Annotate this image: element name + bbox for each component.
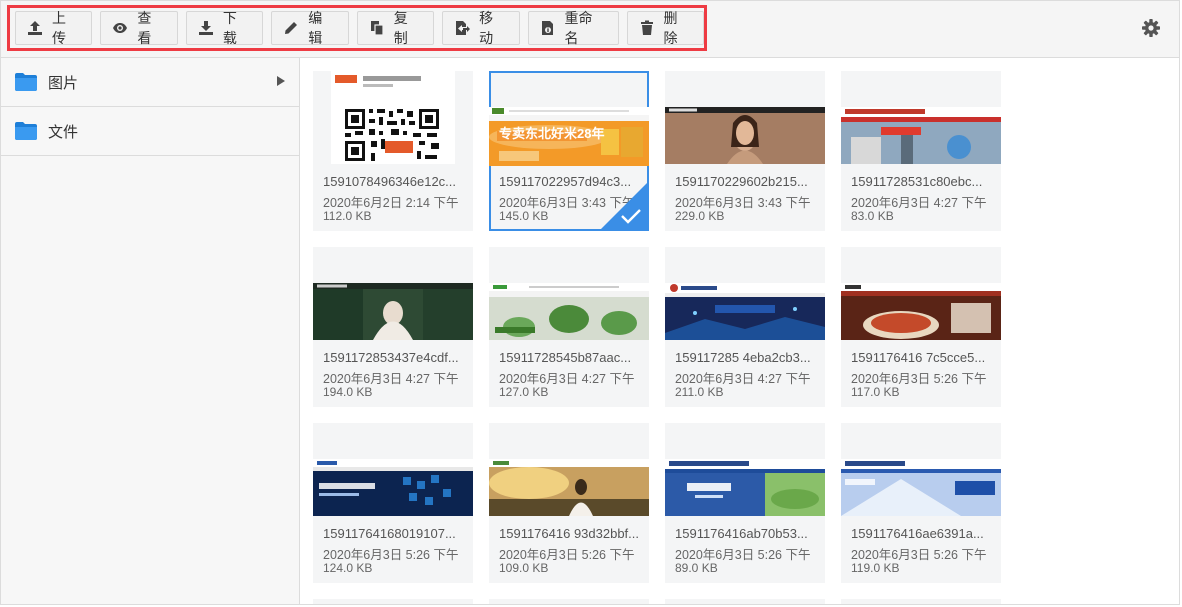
file-thumbnail xyxy=(331,71,455,164)
file-grid-area: 1591078496346e12c... 2020年6月2日 2:14 下午 1… xyxy=(300,58,1179,604)
sidebar-item-files[interactable]: 文件 xyxy=(1,107,299,156)
folder-icon xyxy=(15,73,37,91)
copy-label: 复制 xyxy=(393,10,408,46)
file-name: 1591176416ab70b53... xyxy=(675,526,808,541)
edit-label: 编辑 xyxy=(308,10,323,46)
file-tile[interactable]: 1591176416 93d32bbf... 2020年6月3日 5:26 下午… xyxy=(489,423,649,583)
delete-button[interactable]: 删除 xyxy=(626,10,704,46)
file-name: 1591172853437e4cdf... xyxy=(323,350,459,365)
file-thumbnail xyxy=(665,459,825,516)
rename-button[interactable]: 重命名 xyxy=(527,10,619,46)
upload-button[interactable]: 上传 xyxy=(15,10,93,46)
view-label: 查看 xyxy=(137,10,152,46)
file-tile[interactable]: 1591176416 7c5cce5... 2020年6月3日 5:26 下午 … xyxy=(841,247,1001,407)
view-button[interactable]: 查看 xyxy=(100,10,178,46)
file-tile[interactable]: 1591078496346e12c... 2020年6月2日 2:14 下午 1… xyxy=(313,71,473,231)
file-tile-partial[interactable] xyxy=(489,599,649,604)
file-size: 211.0 KB xyxy=(675,385,724,399)
toolbar: 上传 查看 下载 编辑 复制 移动 重命名 删除 xyxy=(1,1,1179,58)
file-name: 1591170229602b215... xyxy=(675,174,808,189)
file-thumbnail xyxy=(665,107,825,164)
file-size: 83.0 KB xyxy=(851,209,894,223)
file-thumbnail xyxy=(313,283,473,340)
file-grid-next-row xyxy=(313,599,1001,604)
file-tile[interactable]: 15911728531c80ebc... 2020年6月3日 4:27 下午 8… xyxy=(841,71,1001,231)
file-size: 109.0 KB xyxy=(499,561,549,575)
move-label: 移动 xyxy=(479,10,494,46)
rename-label: 重命名 xyxy=(564,10,593,46)
file-manager: 上传 查看 下载 编辑 复制 移动 重命名 删除 图片 文件 159107849… xyxy=(0,0,1180,605)
file-tile[interactable]: 1591172853437e4cdf... 2020年6月3日 4:27 下午 … xyxy=(313,247,473,407)
copy-icon xyxy=(369,20,385,36)
eye-icon xyxy=(112,20,128,36)
file-name: 1591176416ae6391a... xyxy=(851,526,984,541)
sidebar-item-images[interactable]: 图片 xyxy=(1,58,299,107)
file-tile-partial[interactable] xyxy=(665,599,825,604)
pencil-icon xyxy=(283,20,299,36)
file-name: 1591176416 7c5cce5... xyxy=(851,350,986,365)
file-tile-selected[interactable]: 专卖东北好米28年 159117022957d94c3... 2020年6月3日… xyxy=(489,71,649,231)
move-icon xyxy=(454,20,471,36)
file-grid: 1591078496346e12c... 2020年6月2日 2:14 下午 1… xyxy=(313,71,1001,583)
file-name: 1591176416 93d32bbf... xyxy=(499,526,639,541)
file-size: 119.0 KB xyxy=(851,561,900,575)
file-size: 117.0 KB xyxy=(851,385,900,399)
file-size: 229.0 KB xyxy=(675,209,725,223)
delete-label: 删除 xyxy=(663,10,678,46)
file-tile[interactable]: 1591176416ae6391a... 2020年6月3日 5:26 下午 1… xyxy=(841,423,1001,583)
file-size: 124.0 KB xyxy=(323,561,373,575)
thumbnail-banner-text: 专卖东北好米28年 xyxy=(499,126,605,141)
file-thumbnail: 专卖东北好米28年 xyxy=(489,107,649,166)
file-size: 127.0 KB xyxy=(499,385,549,399)
sidebar: 图片 文件 xyxy=(1,58,300,604)
copy-button[interactable]: 复制 xyxy=(356,10,435,46)
download-button[interactable]: 下载 xyxy=(185,10,264,46)
gear-icon[interactable] xyxy=(1141,18,1161,38)
file-size: 89.0 KB xyxy=(675,561,718,575)
file-thumbnail xyxy=(841,283,1001,340)
file-thumbnail xyxy=(841,107,1001,164)
folder-icon xyxy=(15,122,37,140)
toolbar-action-group: 上传 查看 下载 编辑 复制 移动 重命名 删除 xyxy=(7,5,707,51)
file-name: 159117285 4eba2cb3... xyxy=(675,350,811,365)
file-thumbnail xyxy=(489,283,649,340)
file-size: 194.0 KB xyxy=(323,385,373,399)
file-tile[interactable]: 15911728545b87aac... 2020年6月3日 4:27 下午 1… xyxy=(489,247,649,407)
move-button[interactable]: 移动 xyxy=(442,10,520,46)
file-thumbnail xyxy=(313,459,473,516)
file-name: 1591078496346e12c... xyxy=(323,174,457,189)
file-thumbnail xyxy=(841,459,1001,516)
file-thumbnail xyxy=(665,283,825,340)
file-tile[interactable]: 15911764168019107... 2020年6月3日 5:26 下午 1… xyxy=(313,423,473,583)
download-icon xyxy=(198,20,214,36)
checkmark-icon xyxy=(621,209,641,224)
file-size: 112.0 KB xyxy=(323,209,372,223)
file-tile[interactable]: 1591176416ab70b53... 2020年6月3日 5:26 下午 8… xyxy=(665,423,825,583)
sidebar-item-label: 图片 xyxy=(48,74,79,92)
upload-icon xyxy=(27,20,43,36)
rename-icon xyxy=(540,20,556,36)
file-name: 15911764168019107... xyxy=(323,526,456,541)
file-thumbnail xyxy=(489,459,649,516)
edit-button[interactable]: 编辑 xyxy=(271,10,349,46)
upload-label: 上传 xyxy=(52,10,66,46)
expand-arrow-icon[interactable] xyxy=(277,76,285,86)
sidebar-item-label: 文件 xyxy=(48,123,79,141)
download-label: 下载 xyxy=(222,10,237,46)
file-tile-partial[interactable] xyxy=(841,599,1001,604)
file-tile[interactable]: 1591170229602b215... 2020年6月3日 3:43 下午 2… xyxy=(665,71,825,231)
file-name: 15911728545b87aac... xyxy=(499,350,632,365)
file-name: 15911728531c80ebc... xyxy=(851,174,983,189)
file-tile-partial[interactable] xyxy=(313,599,473,604)
file-tile[interactable]: 159117285 4eba2cb3... 2020年6月3日 4:27 下午 … xyxy=(665,247,825,407)
trash-icon xyxy=(639,20,655,36)
